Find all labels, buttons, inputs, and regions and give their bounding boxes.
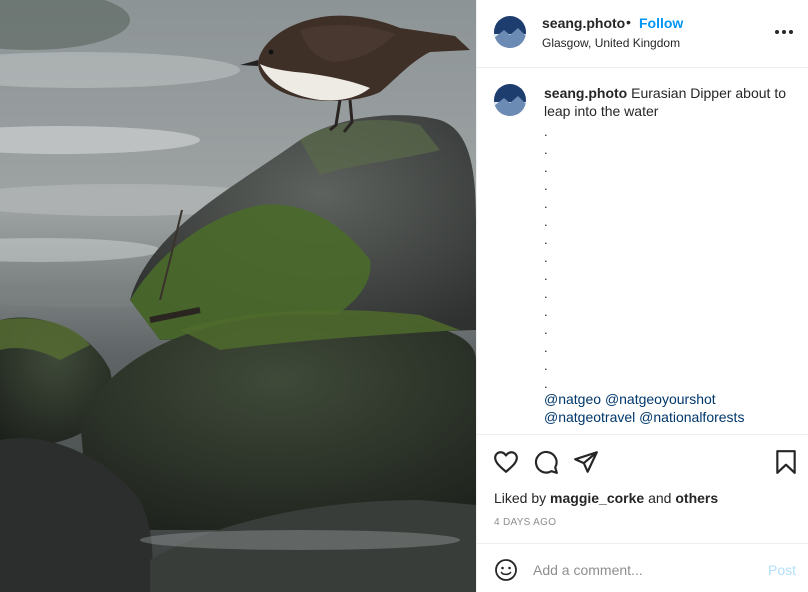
tag-link[interactable]: @natgeoyourshot <box>605 391 716 407</box>
caption-tags: @natgeo @natgeoyourshot @natgeotravel @n… <box>544 390 794 426</box>
share-icon[interactable] <box>573 449 599 475</box>
follow-button[interactable]: Follow <box>639 15 683 31</box>
caption-author-avatar[interactable] <box>494 84 526 116</box>
bookmark-icon[interactable] <box>773 449 799 475</box>
likes-summary: Liked by maggie_corke and others <box>494 490 718 506</box>
action-bar <box>477 436 808 486</box>
avatar-image <box>494 84 526 116</box>
author-avatar[interactable] <box>494 16 526 48</box>
author-username[interactable]: seang.photo <box>542 15 625 31</box>
comment-icon[interactable] <box>533 449 559 475</box>
likes-others-link[interactable]: others <box>675 490 718 506</box>
heart-icon[interactable] <box>493 449 519 475</box>
likes-conjunction: and <box>648 490 672 506</box>
caption-section: seang.photo Eurasian Dipper about to lea… <box>477 69 808 435</box>
caption-dots: . . . . . . . . . . . . . . . <box>544 124 548 391</box>
emoji-icon[interactable] <box>494 558 518 582</box>
tag-link[interactable]: @natgeotravel <box>544 409 635 425</box>
liked-by-user[interactable]: maggie_corke <box>550 490 644 506</box>
tag-link[interactable]: @natgeo <box>544 391 601 407</box>
bird-photo-image <box>0 0 476 592</box>
post-photo[interactable] <box>0 0 476 592</box>
avatar-image <box>494 16 526 48</box>
post-timestamp[interactable]: 4 DAYS AGO <box>494 517 556 528</box>
more-options-icon[interactable] <box>773 24 795 40</box>
comment-bar: Post <box>477 543 808 592</box>
post-location[interactable]: Glasgow, United Kingdom <box>542 36 680 50</box>
post-comment-button[interactable]: Post <box>768 562 796 578</box>
caption-text: seang.photo Eurasian Dipper about to lea… <box>544 84 794 120</box>
likes-prefix: Liked by <box>494 490 547 506</box>
tag-link[interactable]: @nationalforests <box>639 409 744 425</box>
comment-input[interactable] <box>533 558 753 582</box>
separator-dot: • <box>626 14 631 30</box>
post-header: seang.photo • Follow Glasgow, United Kin… <box>477 0 808 68</box>
caption-username[interactable]: seang.photo <box>544 85 627 101</box>
post-sidebar: seang.photo • Follow Glasgow, United Kin… <box>476 0 808 592</box>
